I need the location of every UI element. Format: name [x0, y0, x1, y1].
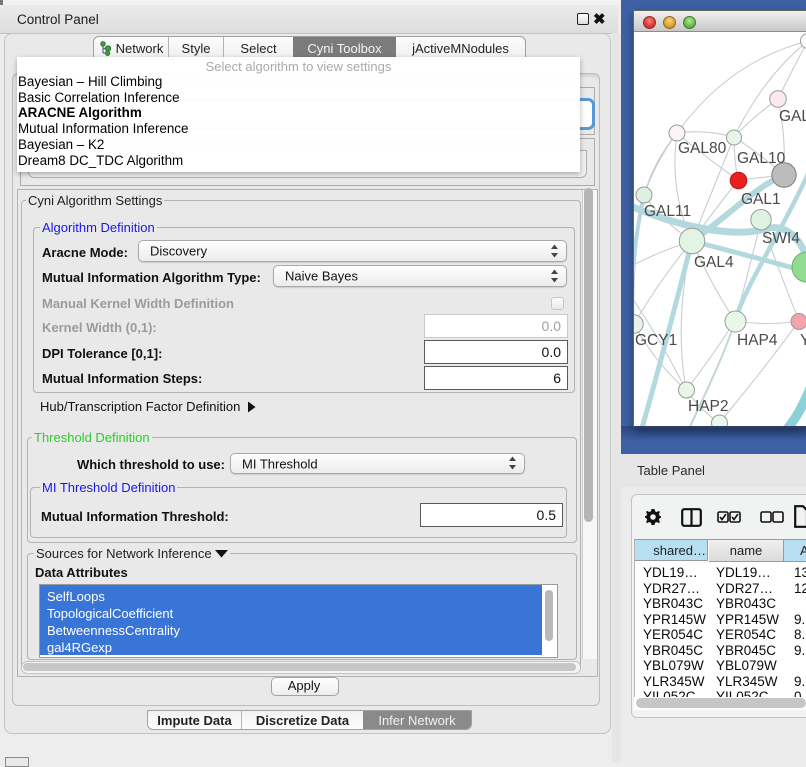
- svg-text:GAL10: GAL10: [737, 150, 786, 167]
- svg-text:GAL4: GAL4: [694, 254, 734, 271]
- svg-text:HAP2: HAP2: [688, 398, 729, 415]
- svg-text:SWI4: SWI4: [762, 230, 800, 247]
- svg-text:GAL80: GAL80: [678, 140, 727, 157]
- svg-text:GAL1: GAL1: [741, 191, 781, 208]
- svg-text:GAL: GAL: [779, 108, 806, 125]
- svg-text:GAL11: GAL11: [644, 203, 691, 220]
- svg-text:GCY1: GCY1: [635, 332, 677, 349]
- svg-text:HAP4: HAP4: [737, 332, 778, 349]
- svg-text:Y: Y: [800, 332, 806, 349]
